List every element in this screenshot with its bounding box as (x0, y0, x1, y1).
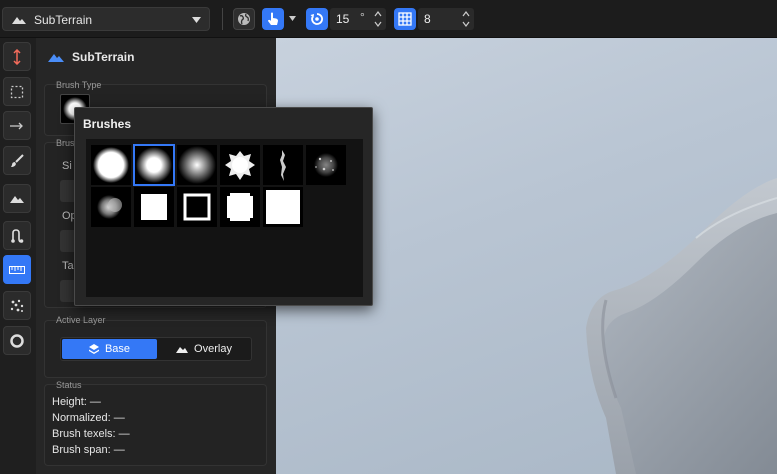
marquee-select-icon (10, 85, 24, 98)
grid-stepper-icon[interactable] (462, 10, 470, 28)
scratch-brush-icon (280, 150, 286, 181)
brush-settings-label: Brus (56, 138, 75, 148)
layer-base-button[interactable]: Base (62, 339, 157, 359)
brush-icon (11, 153, 24, 167)
brush-scratch[interactable] (263, 145, 303, 185)
arrow-right-icon (10, 122, 23, 129)
brush-type-label: Brush Type (56, 80, 102, 90)
noise-brush-icon (314, 153, 338, 177)
brush-radial-gradient[interactable] (177, 145, 217, 185)
splat-brush-icon (225, 151, 255, 180)
status-height: Height: — (52, 396, 101, 408)
scatter-tool-button[interactable] (3, 291, 31, 320)
mountain-icon (12, 17, 26, 24)
rotation-input[interactable]: 15 ° (330, 8, 386, 30)
pointer-dropdown-caret-icon[interactable] (289, 16, 296, 21)
globe-icon (238, 13, 250, 25)
layers-icon (88, 344, 99, 354)
terrain-tool-button[interactable] (3, 184, 31, 213)
layer-overlay-button[interactable]: Overlay (157, 339, 251, 359)
status-brush-texels: Brush texels: — (52, 428, 130, 440)
grid-size-value: 8 (424, 12, 431, 26)
top-toolbar: SubTerrain 15 ° 8 (0, 0, 777, 38)
path-icon (11, 228, 24, 243)
soft-circle-brush-icon (136, 147, 172, 183)
brush-grid (86, 139, 363, 297)
rotation-unit: ° (360, 10, 365, 24)
status-label: Status (56, 380, 82, 390)
soft-circle-brush-icon (93, 147, 129, 183)
brush-splat[interactable] (220, 145, 260, 185)
layer-base-label: Base (104, 343, 131, 355)
rotation-stepper-icon[interactable] (374, 10, 382, 28)
brush-rough-square[interactable] (220, 187, 260, 227)
brush-soft-circle-selected[interactable] (133, 144, 175, 186)
cloud-brush-icon (97, 195, 122, 219)
brushes-popup: Brushes (74, 107, 373, 306)
rotate-icon (310, 13, 323, 25)
toolbar-divider (222, 8, 223, 30)
brush-square-outline[interactable] (177, 187, 217, 227)
size-label: Si (62, 160, 72, 172)
path-tool-button[interactable] (3, 221, 31, 250)
layer-segmented-control: Base Overlay (60, 337, 252, 361)
square-outline-brush-icon (183, 193, 211, 221)
grid-button[interactable] (394, 8, 416, 30)
select-tool-button[interactable] (3, 77, 31, 106)
ring-tool-button[interactable] (3, 326, 31, 355)
brush-cloud[interactable] (91, 187, 131, 227)
grid-size-input[interactable]: 8 (418, 8, 474, 30)
radial-gradient-brush-icon (178, 146, 216, 184)
panel-title: SubTerrain (72, 50, 135, 64)
ruler-icon (9, 265, 25, 274)
mountain-icon (48, 54, 64, 62)
brushes-popup-title: Brushes (83, 117, 132, 131)
active-layer-label: Active Layer (56, 315, 106, 325)
brush-tool-button[interactable] (3, 146, 31, 175)
panel-header: SubTerrain (48, 50, 134, 64)
rotate-button[interactable] (306, 8, 328, 30)
rough-square-brush-icon (227, 193, 253, 221)
hand-pointer-icon (268, 12, 278, 25)
brush-square[interactable] (134, 187, 174, 227)
measure-tool-button[interactable] (3, 255, 31, 284)
status-normalized: Normalized: — (52, 412, 125, 424)
line-tool-button[interactable] (3, 111, 31, 140)
rotation-value: 15 (336, 12, 350, 26)
circle-icon (10, 333, 24, 348)
terrain-select-label: SubTerrain (34, 13, 93, 27)
large-square-brush-icon (266, 190, 300, 224)
brush-soft-circle[interactable] (91, 145, 131, 185)
mountain-icon (176, 347, 189, 353)
tool-rail (0, 38, 36, 474)
brush-large-square[interactable] (263, 187, 303, 227)
square-brush-icon (141, 194, 167, 220)
brush-noise[interactable] (306, 145, 346, 185)
raise-tool-button[interactable] (3, 42, 31, 71)
mountain-icon (10, 196, 24, 203)
status-brush-span: Brush span: — (52, 444, 125, 456)
chevron-down-icon (192, 17, 201, 23)
globe-button[interactable] (233, 8, 255, 30)
target-label: Ta (62, 260, 74, 272)
grid-icon (398, 12, 412, 26)
dots-scatter-icon (10, 299, 24, 312)
layer-overlay-label: Overlay (194, 343, 232, 355)
pointer-tool-button[interactable] (262, 8, 284, 30)
vertical-arrows-icon (13, 48, 21, 65)
terrain-select[interactable]: SubTerrain (2, 7, 210, 31)
